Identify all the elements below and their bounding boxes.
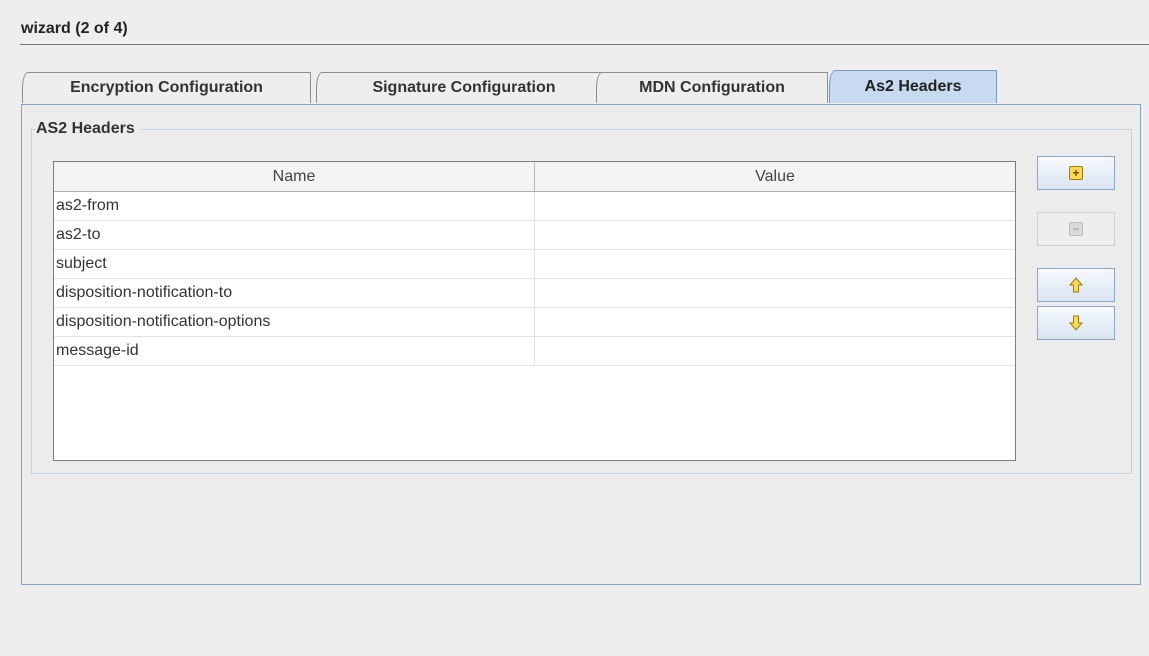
cell-name[interactable]: disposition-notification-to (54, 279, 535, 307)
table-row[interactable]: as2-to (54, 221, 1015, 250)
cell-value[interactable] (535, 250, 1015, 278)
cell-value[interactable] (535, 192, 1015, 220)
minus-icon: − (1069, 222, 1083, 236)
as2-headers-panel: AS2 Headers Name Value as2-from as2-to s… (21, 104, 1141, 585)
tab-as2-headers[interactable]: As2 Headers (829, 70, 997, 103)
cell-value[interactable] (535, 279, 1015, 307)
cell-value[interactable] (535, 221, 1015, 249)
title-divider (20, 44, 1149, 45)
arrow-up-icon (1069, 277, 1083, 293)
cell-name[interactable]: as2-from (54, 192, 535, 220)
table-row[interactable]: disposition-notification-to (54, 279, 1015, 308)
add-row-button[interactable]: + (1037, 156, 1115, 190)
wizard-title: wizard (2 of 4) (21, 20, 128, 37)
plus-icon: + (1069, 166, 1083, 180)
cell-name[interactable]: disposition-notification-options (54, 308, 535, 336)
column-header-name[interactable]: Name (54, 162, 535, 191)
cell-name[interactable]: message-id (54, 337, 535, 365)
table-row[interactable]: subject (54, 250, 1015, 279)
tab-signature-configuration[interactable]: Signature Configuration (316, 72, 612, 103)
cell-name[interactable]: as2-to (54, 221, 535, 249)
group-title: AS2 Headers (36, 120, 141, 138)
table-row[interactable]: message-id (54, 337, 1015, 366)
move-up-button[interactable] (1037, 268, 1115, 302)
arrow-down-icon (1069, 315, 1083, 331)
cell-value[interactable] (535, 308, 1015, 336)
column-header-value[interactable]: Value (535, 162, 1015, 191)
cell-value[interactable] (535, 337, 1015, 365)
table-row[interactable]: as2-from (54, 192, 1015, 221)
headers-table[interactable]: Name Value as2-from as2-to subject dispo… (53, 161, 1016, 461)
cell-name[interactable]: subject (54, 250, 535, 278)
tab-encryption-configuration[interactable]: Encryption Configuration (22, 72, 311, 103)
move-down-button[interactable] (1037, 306, 1115, 340)
tab-mdn-configuration[interactable]: MDN Configuration (596, 72, 828, 103)
table-header: Name Value (54, 162, 1015, 192)
table-row[interactable]: disposition-notification-options (54, 308, 1015, 337)
remove-row-button[interactable]: − (1037, 212, 1115, 246)
